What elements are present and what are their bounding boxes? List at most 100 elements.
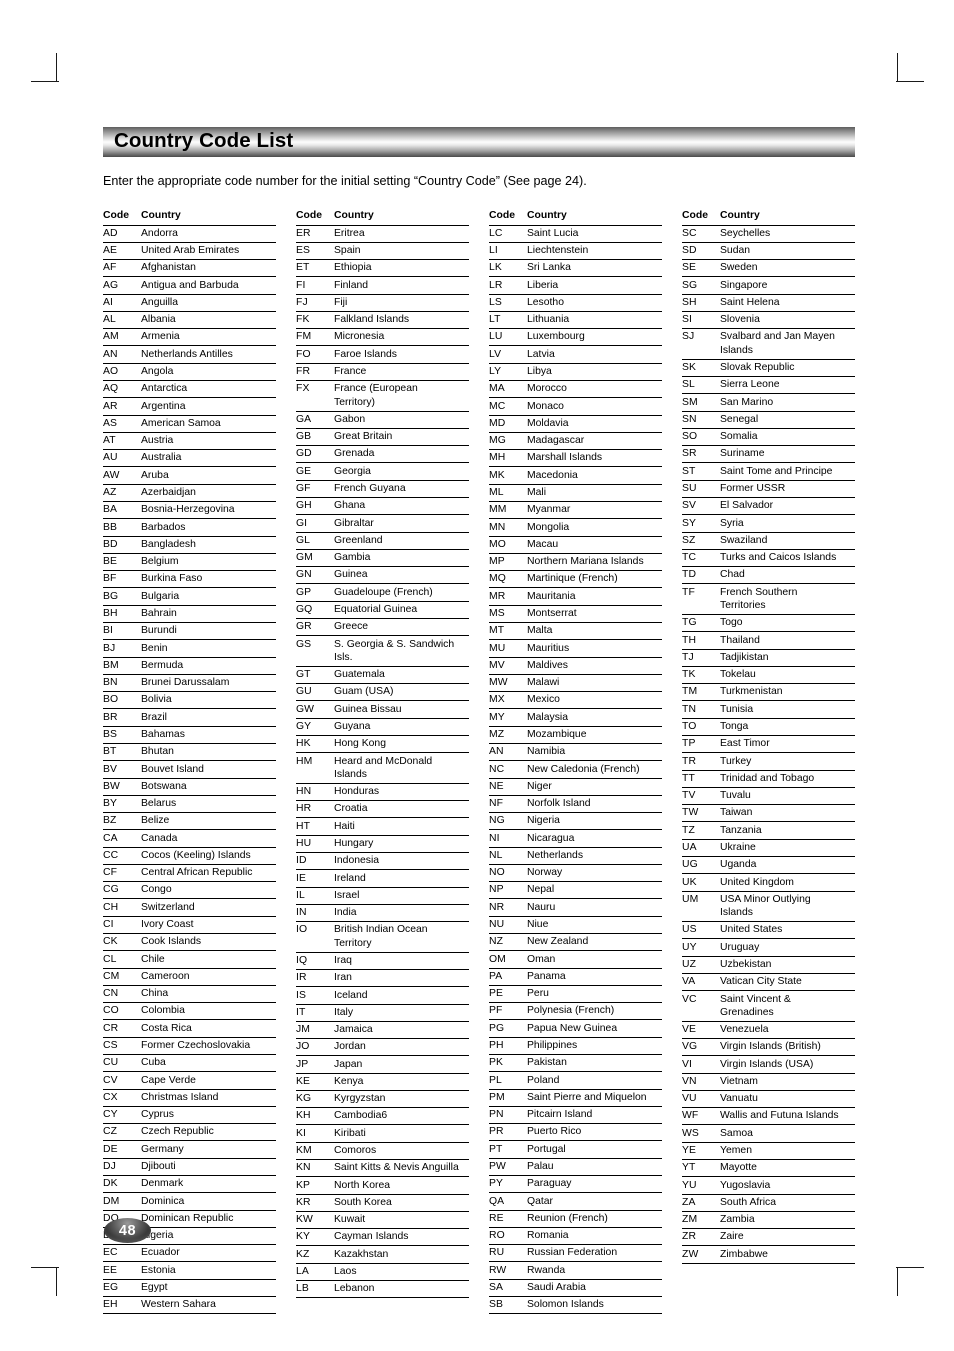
country-name: Dominican Republic — [141, 1212, 234, 1224]
country-code: EH — [103, 1299, 118, 1311]
table-row: OM Oman — [489, 951, 662, 969]
table-row: TG Togo — [682, 615, 855, 633]
table-row-continuation: Islands — [682, 345, 855, 360]
column-rows: ER Eritrea ES Spain ET Ethiopia FI Finland FJ Fij… — [296, 226, 469, 1299]
country-name: Botswana — [141, 780, 187, 792]
country-code: NG — [489, 815, 505, 827]
country-code: ZR — [682, 1231, 697, 1243]
table-row: JP Japan — [296, 1056, 469, 1074]
country-code: GI — [296, 517, 308, 529]
page-content: Country Code List Enter the appropriate … — [103, 127, 855, 1315]
country-code: AW — [103, 469, 120, 481]
country-code: PM — [489, 1091, 505, 1103]
country-name: Ukraine — [720, 841, 756, 853]
table-row: SV El Salvador — [682, 498, 855, 516]
table-row: NF Norfolk Island — [489, 796, 662, 814]
country-code: ET — [296, 262, 310, 274]
table-row: AM Armenia — [103, 329, 276, 347]
table-row: CA Canada — [103, 830, 276, 848]
country-code: NP — [489, 884, 504, 896]
country-name: Polynesia (French) — [527, 1005, 615, 1017]
country-name: Maldives — [527, 659, 568, 671]
country-name: Kiribati — [334, 1127, 366, 1139]
table-row: KI Kiribati — [296, 1125, 469, 1143]
table-row: VN Vietnam — [682, 1074, 855, 1091]
country-name: Saint Vincent & — [720, 993, 791, 1005]
country-code: IL — [296, 889, 305, 901]
table-row: BD Bangladesh — [103, 537, 276, 554]
country-name: Bangladesh — [141, 538, 196, 550]
table-row: KP North Korea — [296, 1177, 469, 1195]
country-code: BW — [103, 780, 120, 792]
country-name: Ireland — [334, 872, 366, 884]
country-name: New Zealand — [527, 936, 589, 948]
country-name: San Marino — [720, 396, 774, 408]
table-row: VC Saint Vincent & — [682, 991, 855, 1007]
country-name: Ghana — [334, 500, 366, 512]
country-code: SV — [682, 500, 697, 512]
table-row: CG Congo — [103, 882, 276, 900]
crop-mark-top-right-vertical — [897, 53, 899, 81]
table-row: CX Christmas Island — [103, 1090, 276, 1107]
table-row-continuation: Grenadines — [682, 1007, 855, 1022]
country-code: TC — [682, 552, 697, 564]
table-row: NP Nepal — [489, 882, 662, 900]
country-name: Qatar — [527, 1195, 553, 1207]
table-row: IO British Indian Ocean — [296, 922, 469, 938]
country-name: Georgia — [334, 465, 371, 477]
country-code: WF — [682, 1110, 699, 1122]
country-name: Laos — [334, 1266, 357, 1278]
country-code: AT — [103, 435, 116, 447]
country-code: KH — [296, 1110, 311, 1122]
country-code-spacer — [296, 769, 334, 781]
country-code: AU — [103, 452, 118, 464]
country-code: SI — [682, 314, 693, 326]
country-name: Nauru — [527, 901, 556, 913]
country-name: Greenland — [334, 534, 383, 546]
country-code: JP — [296, 1058, 309, 1070]
country-code: MA — [489, 383, 505, 395]
table-row: ZR Zaire — [682, 1229, 855, 1247]
country-code: MZ — [489, 728, 505, 740]
country-name: Kyrgyzstan — [334, 1093, 386, 1105]
country-name: Swaziland — [720, 534, 768, 546]
table-row: MW Malawi — [489, 675, 662, 693]
country-name: Virgin Islands (British) — [720, 1041, 821, 1053]
table-row: RO Romania — [489, 1228, 662, 1246]
country-code: AF — [103, 262, 117, 274]
table-row: KW Kuwait — [296, 1212, 469, 1230]
country-name: Cook Islands — [141, 936, 202, 948]
table-row: AZ Azerbaidjan — [103, 485, 276, 502]
table-row: BG Bulgaria — [103, 588, 276, 606]
table-row: AR Argentina — [103, 398, 276, 416]
country-code: ID — [296, 855, 307, 867]
country-name: USA Minor Outlying — [720, 893, 811, 905]
country-code: SJ — [682, 331, 695, 343]
country-code: YT — [682, 1162, 696, 1174]
country-code: ZA — [682, 1196, 696, 1208]
table-row: PL Poland — [489, 1072, 662, 1090]
country-name: Jordan — [334, 1041, 366, 1053]
country-code: UM — [682, 893, 699, 905]
country-name: Anguilla — [141, 296, 178, 308]
table-row: CO Colombia — [103, 1003, 276, 1021]
table-row: AN Namibia — [489, 744, 662, 762]
country-name: Suriname — [720, 448, 765, 460]
country-name: Mayotte — [720, 1162, 757, 1174]
country-name: Cyprus — [141, 1109, 174, 1121]
country-code: CU — [103, 1057, 119, 1069]
country-name: Singapore — [720, 279, 768, 291]
country-code: KI — [296, 1127, 307, 1139]
country-code: PY — [489, 1178, 504, 1190]
country-code: MR — [489, 590, 506, 602]
country-name: Bahamas — [141, 728, 185, 740]
table-row: IE Ireland — [296, 870, 469, 888]
country-name: Uzbekistan — [720, 958, 772, 970]
country-code: PR — [489, 1126, 504, 1138]
country-name: Mauritania — [527, 590, 576, 602]
country-code: IO — [296, 924, 308, 936]
table-row: NC New Caledonia (French) — [489, 761, 662, 779]
country-code: CO — [103, 1005, 119, 1017]
country-name: Indonesia — [334, 855, 380, 867]
country-code: SY — [682, 517, 697, 529]
